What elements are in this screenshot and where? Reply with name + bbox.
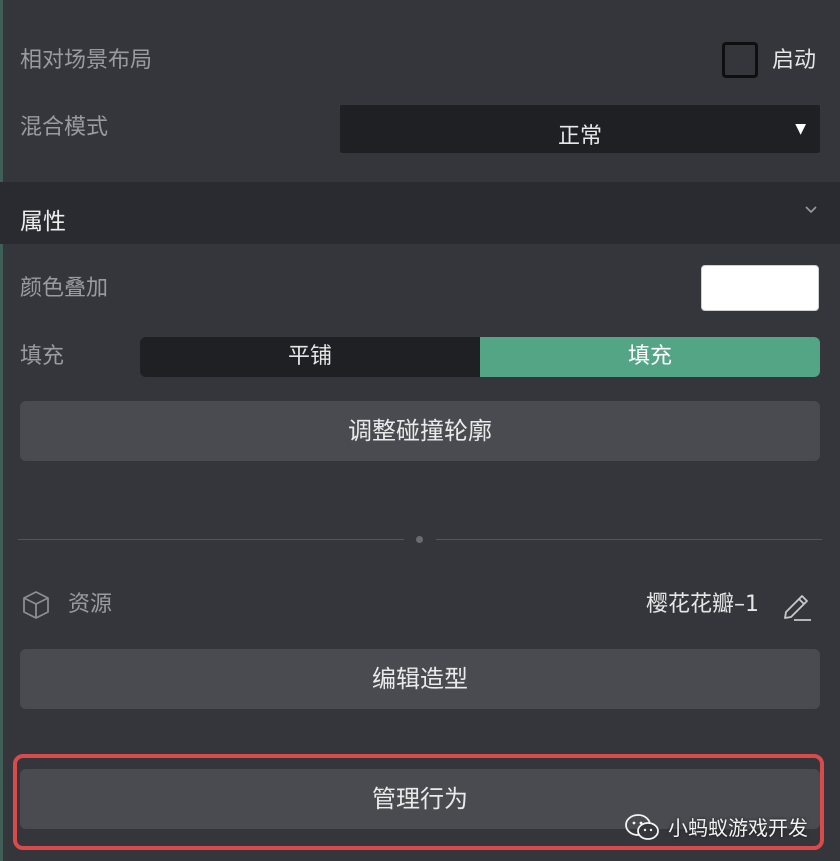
enable-label: 启动 [772, 48, 817, 73]
edit-shape-button[interactable]: 编辑造型 [20, 649, 820, 709]
enable-checkbox[interactable] [722, 42, 758, 78]
watermark: 小蚂蚁游戏开发 [624, 812, 808, 841]
properties-section-header[interactable]: 属性 [0, 182, 840, 244]
properties-panel: 相对场景布局 启动 混合模式 正常 ▼ 属性 颜色叠加 填充 平铺 填充 调整碰… [0, 0, 840, 861]
color-overlay-label: 颜色叠加 [20, 276, 109, 301]
dropdown-arrow-icon: ▼ [795, 121, 806, 137]
chevron-down-icon [805, 206, 817, 214]
divider-dot [416, 536, 423, 543]
resource-name: 樱花花瓣–1 [646, 592, 759, 617]
fill-label: 填充 [20, 344, 65, 369]
watermark-text: 小蚂蚁游戏开发 [668, 816, 808, 840]
adjust-collision-button[interactable]: 调整碰撞轮廓 [20, 401, 820, 461]
fill-mode-toggle: 平铺 填充 [140, 337, 820, 377]
blend-mode-label: 混合模式 [20, 115, 109, 140]
panel-edge [0, 0, 3, 861]
section-title: 属性 [20, 209, 66, 235]
fill-option-tile[interactable]: 平铺 [140, 337, 480, 377]
relative-layout-label: 相对场景布局 [20, 48, 153, 73]
divider [436, 539, 822, 540]
cube-icon [23, 591, 49, 619]
blend-mode-select[interactable]: 正常 ▼ [340, 105, 820, 153]
color-overlay-swatch[interactable] [701, 265, 819, 311]
blend-mode-value: 正常 [557, 124, 602, 149]
resource-label: 资源 [68, 592, 113, 617]
wechat-icon [625, 813, 659, 840]
fill-option-fill[interactable]: 填充 [480, 337, 820, 377]
pencil-icon[interactable] [780, 588, 812, 622]
divider [18, 539, 404, 540]
